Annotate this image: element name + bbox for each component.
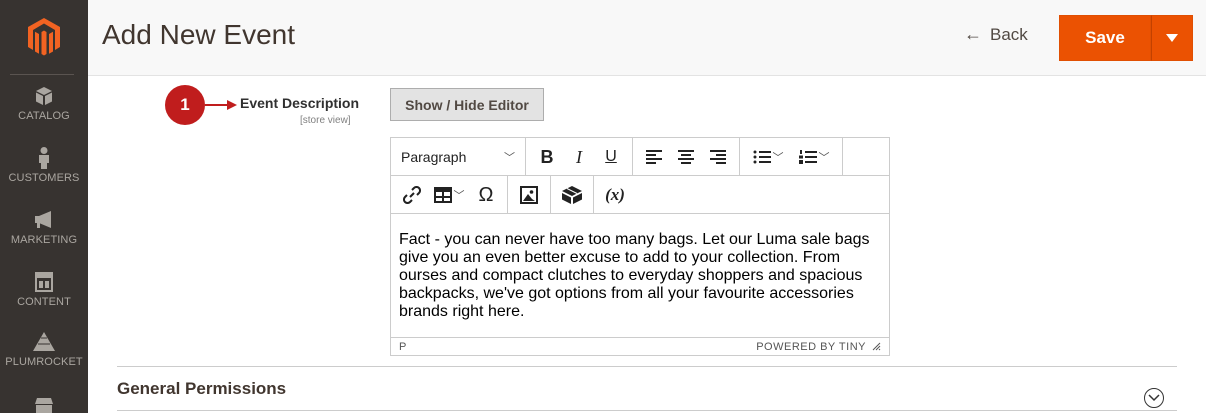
magento-logo[interactable] xyxy=(0,0,88,74)
underline-icon: U xyxy=(605,148,617,165)
editor-toolbar-row-1: Paragraph ﹀ B I U ﹀ ﹀ xyxy=(391,138,889,176)
sidebar-item-marketing[interactable]: MARKETING xyxy=(0,208,88,268)
sidebar-divider xyxy=(10,74,74,75)
callout-badge: 1 xyxy=(165,85,205,125)
bold-icon: B xyxy=(540,146,554,167)
bullet-list-button[interactable]: ﹀ xyxy=(746,142,790,172)
general-permissions-title[interactable]: General Permissions xyxy=(117,379,286,399)
insert-link-button[interactable] xyxy=(397,180,427,210)
sidebar-item-label: PLUMROCKET xyxy=(5,356,83,368)
chevron-down-icon: ﹀ xyxy=(818,152,830,164)
event-description-label: Event Description xyxy=(240,95,360,111)
chevron-down-icon: ﹀ xyxy=(453,190,465,202)
insert-table-button[interactable]: ﹀ xyxy=(429,180,469,210)
pyramid-icon xyxy=(33,332,55,351)
back-button[interactable]: ← Back xyxy=(964,24,1028,45)
wysiwyg-editor: Paragraph ﹀ B I U ﹀ ﹀ ﹀ Ω (x) Fact - you… xyxy=(390,137,890,356)
block-format-select[interactable]: Paragraph ﹀ xyxy=(395,142,521,172)
megaphone-icon xyxy=(35,211,51,228)
chevron-down-icon xyxy=(1148,394,1160,402)
underline-button[interactable]: U xyxy=(596,142,626,172)
sidebar-item-label: CATALOG xyxy=(18,110,70,122)
align-right-button[interactable] xyxy=(703,142,733,172)
sidebar-item-label: CONTENT xyxy=(17,296,71,308)
bold-button[interactable]: B xyxy=(532,142,562,172)
status-right: POWERED BY TINY xyxy=(756,341,881,353)
section-expand-toggle[interactable] xyxy=(1144,388,1164,408)
editor-content[interactable]: Fact - you can never have too many bags.… xyxy=(391,216,889,338)
list-group: ﹀ ﹀ xyxy=(740,138,843,176)
save-split-button: Save xyxy=(1059,15,1193,61)
italic-icon: I xyxy=(576,146,582,167)
section-divider xyxy=(117,366,1177,367)
sidebar-item-plumrocket[interactable]: PLUMROCKET xyxy=(0,330,88,390)
italic-button[interactable]: I xyxy=(564,142,594,172)
sidebar-item-content[interactable]: CONTENT xyxy=(0,270,88,330)
callout-arrow-icon xyxy=(205,100,237,110)
align-left-button[interactable] xyxy=(639,142,669,172)
insert-image-button[interactable] xyxy=(514,180,544,210)
bullet-list-icon xyxy=(753,150,771,164)
editor-status-bar: P POWERED BY TINY xyxy=(391,337,889,355)
widget-cube-icon xyxy=(562,186,582,204)
image-group xyxy=(508,176,551,214)
powered-by-tiny[interactable]: POWERED BY TINY xyxy=(756,341,866,353)
admin-sidebar: CATALOG CUSTOMERS MARKETING CONTENT PLUM… xyxy=(0,0,88,413)
alignment-group xyxy=(633,138,740,176)
table-icon xyxy=(433,187,452,203)
numbered-list-button[interactable]: ﹀ xyxy=(792,142,836,172)
align-left-icon xyxy=(646,150,662,164)
layout-icon xyxy=(35,272,53,292)
special-character-button[interactable]: Ω xyxy=(471,180,501,210)
format-group: Paragraph ﹀ xyxy=(391,138,526,176)
widget-group xyxy=(551,176,594,214)
cube-icon xyxy=(36,87,52,105)
link-icon xyxy=(403,186,421,204)
editor-toolbar-row-2: ﹀ Ω (x) xyxy=(391,176,889,214)
align-center-icon xyxy=(678,150,694,164)
save-button[interactable]: Save xyxy=(1059,15,1151,61)
chevron-down-icon: ﹀ xyxy=(504,152,515,164)
show-hide-editor-button[interactable]: Show / Hide Editor xyxy=(390,88,544,121)
align-right-icon xyxy=(710,150,726,164)
numbered-list-icon xyxy=(798,150,817,164)
insert-variable-button[interactable]: (x) xyxy=(600,180,630,210)
align-center-button[interactable] xyxy=(671,142,701,172)
person-icon xyxy=(39,147,49,169)
block-format-value: Paragraph xyxy=(401,149,467,165)
section-divider xyxy=(117,410,1177,411)
sidebar-item-label: MARKETING xyxy=(10,234,78,246)
insert-widget-button[interactable] xyxy=(557,180,587,210)
resize-handle-icon[interactable] xyxy=(872,342,881,351)
sidebar-item-stores[interactable] xyxy=(0,394,88,413)
insert-group: ﹀ Ω xyxy=(391,176,508,214)
sidebar-item-label: CUSTOMERS xyxy=(8,172,80,184)
store-view-scope: [store view] xyxy=(300,115,351,126)
text-style-group: B I U xyxy=(526,138,633,176)
page-title: Add New Event xyxy=(102,19,295,50)
page-header: Add New Event ← Back Save xyxy=(88,0,1206,76)
sidebar-item-customers[interactable]: CUSTOMERS xyxy=(0,146,88,206)
store-icon xyxy=(35,398,53,413)
caret-down-icon xyxy=(1166,34,1178,42)
variable-group: (x) xyxy=(594,176,636,214)
magento-logo-icon xyxy=(28,18,60,56)
save-options-toggle[interactable] xyxy=(1151,15,1193,61)
omega-icon: Ω xyxy=(478,183,494,206)
chevron-down-icon: ﹀ xyxy=(772,152,784,164)
back-button-label: Back xyxy=(990,24,1028,44)
sidebar-item-catalog[interactable]: CATALOG xyxy=(0,84,88,144)
variable-icon: (x) xyxy=(605,185,625,204)
arrow-left-icon: ← xyxy=(964,24,982,44)
image-icon xyxy=(520,186,538,204)
element-path[interactable]: P xyxy=(399,341,406,353)
